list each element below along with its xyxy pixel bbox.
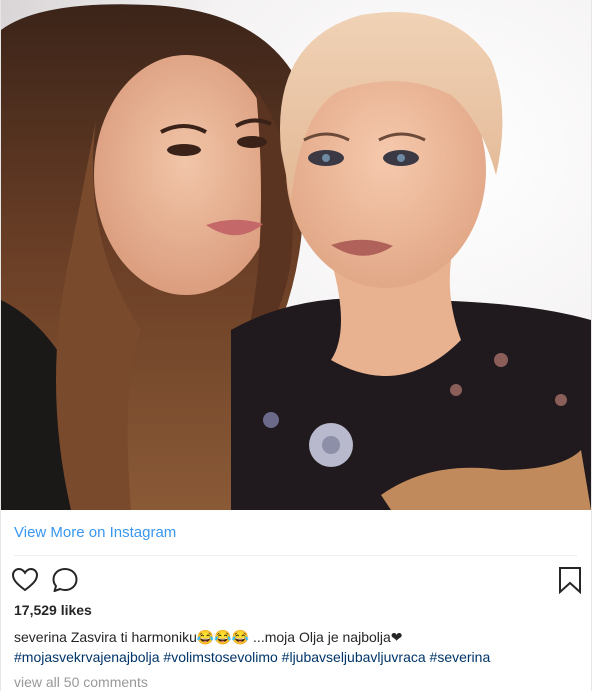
view-all-comments-link[interactable]: view all 50 comments	[14, 674, 148, 690]
caption-username[interactable]: severina	[14, 629, 67, 645]
post-photo[interactable]	[1, 0, 591, 510]
action-bar	[11, 564, 581, 596]
caption-text: Zasvira ti harmoniku😂😂😂 ...moja Olja je …	[70, 629, 403, 645]
likes-count[interactable]: 17,529 likes	[14, 602, 92, 618]
post-photo-image	[1, 0, 591, 510]
comment-icon[interactable]	[51, 566, 81, 596]
bookmark-icon[interactable]	[557, 566, 587, 596]
instagram-post-embed: View More on Instagram 17,529 likes seve…	[0, 0, 592, 691]
view-more-on-instagram-link[interactable]: View More on Instagram	[14, 524, 176, 541]
caption-hashtags[interactable]: #mojasvekrvajenajbolja #volimstosevolimo…	[14, 649, 490, 665]
divider	[14, 555, 577, 556]
post-caption: severina Zasvira ti harmoniku😂😂😂 ...moja…	[14, 627, 579, 667]
heart-icon[interactable]	[11, 566, 41, 596]
